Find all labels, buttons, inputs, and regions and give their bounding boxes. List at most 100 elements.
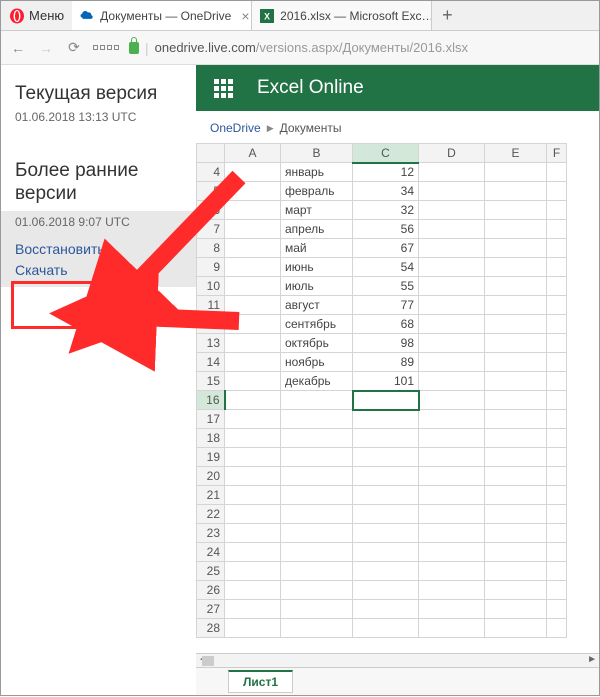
cell[interactable]: [225, 315, 281, 334]
cell[interactable]: [225, 486, 281, 505]
cell[interactable]: [485, 600, 547, 619]
cell[interactable]: [419, 201, 485, 220]
column-header[interactable]: A: [225, 144, 281, 163]
cell[interactable]: [353, 505, 419, 524]
cell[interactable]: [225, 220, 281, 239]
cell[interactable]: [485, 524, 547, 543]
cell[interactable]: [419, 486, 485, 505]
cell[interactable]: [419, 581, 485, 600]
cell[interactable]: апрель: [281, 220, 353, 239]
cell[interactable]: [485, 353, 547, 372]
row-header[interactable]: 27: [197, 600, 225, 619]
cell[interactable]: [419, 239, 485, 258]
cell[interactable]: [485, 467, 547, 486]
cell[interactable]: [419, 182, 485, 201]
cell[interactable]: [485, 315, 547, 334]
row-header[interactable]: 21: [197, 486, 225, 505]
cell[interactable]: [419, 619, 485, 638]
cell[interactable]: [419, 562, 485, 581]
cell[interactable]: [225, 600, 281, 619]
cell[interactable]: [225, 543, 281, 562]
cell[interactable]: [419, 391, 485, 410]
cell[interactable]: 54: [353, 258, 419, 277]
close-icon[interactable]: ×: [241, 8, 249, 24]
cell[interactable]: [547, 296, 567, 315]
cell[interactable]: [547, 163, 567, 182]
column-header[interactable]: E: [485, 144, 547, 163]
row-header[interactable]: 6: [197, 201, 225, 220]
cell[interactable]: [225, 372, 281, 391]
cell[interactable]: январь: [281, 163, 353, 182]
cell[interactable]: март: [281, 201, 353, 220]
breadcrumb-root[interactable]: OneDrive: [210, 121, 261, 135]
row-header[interactable]: 25: [197, 562, 225, 581]
cell[interactable]: [485, 543, 547, 562]
cell[interactable]: [353, 619, 419, 638]
cell[interactable]: [225, 258, 281, 277]
cell[interactable]: [281, 467, 353, 486]
row-header[interactable]: 10: [197, 277, 225, 296]
cell[interactable]: [419, 372, 485, 391]
row-header[interactable]: 19: [197, 448, 225, 467]
cell[interactable]: [547, 600, 567, 619]
cell[interactable]: [419, 429, 485, 448]
speed-dial-button[interactable]: [93, 45, 119, 50]
cell[interactable]: [485, 619, 547, 638]
cell[interactable]: 68: [353, 315, 419, 334]
cell[interactable]: февраль: [281, 182, 353, 201]
cell[interactable]: [225, 201, 281, 220]
row-header[interactable]: 17: [197, 410, 225, 429]
forward-button[interactable]: →: [37, 40, 55, 56]
cell[interactable]: 32: [353, 201, 419, 220]
cell[interactable]: [419, 220, 485, 239]
cell[interactable]: [485, 201, 547, 220]
cell[interactable]: [419, 258, 485, 277]
cell[interactable]: [547, 448, 567, 467]
cell[interactable]: [547, 410, 567, 429]
cell[interactable]: [225, 467, 281, 486]
cell[interactable]: [419, 524, 485, 543]
cell[interactable]: [547, 258, 567, 277]
sheet-tab[interactable]: Лист1: [228, 670, 293, 693]
cell[interactable]: [353, 486, 419, 505]
cell[interactable]: октябрь: [281, 334, 353, 353]
cell[interactable]: [547, 315, 567, 334]
cell[interactable]: 56: [353, 220, 419, 239]
column-header[interactable]: B: [281, 144, 353, 163]
cell[interactable]: 34: [353, 182, 419, 201]
cell[interactable]: [281, 391, 353, 410]
cell[interactable]: [225, 505, 281, 524]
cell[interactable]: 77: [353, 296, 419, 315]
cell[interactable]: [281, 543, 353, 562]
cell[interactable]: [419, 600, 485, 619]
cell[interactable]: 98: [353, 334, 419, 353]
cell[interactable]: [353, 391, 419, 410]
cell[interactable]: 55: [353, 277, 419, 296]
download-link[interactable]: Скачать: [15, 260, 182, 281]
cell[interactable]: [225, 562, 281, 581]
cell[interactable]: [547, 505, 567, 524]
cell[interactable]: [547, 372, 567, 391]
cell[interactable]: [485, 410, 547, 429]
cell[interactable]: [419, 315, 485, 334]
row-header[interactable]: 9: [197, 258, 225, 277]
cell[interactable]: [353, 543, 419, 562]
cell[interactable]: [281, 619, 353, 638]
cell[interactable]: июль: [281, 277, 353, 296]
cell[interactable]: [225, 163, 281, 182]
cell[interactable]: [353, 467, 419, 486]
column-header[interactable]: F: [547, 144, 567, 163]
cell[interactable]: [225, 448, 281, 467]
cell[interactable]: 12: [353, 163, 419, 182]
cell[interactable]: [485, 486, 547, 505]
cell[interactable]: [547, 543, 567, 562]
cell[interactable]: [547, 429, 567, 448]
cell[interactable]: май: [281, 239, 353, 258]
row-header[interactable]: 12: [197, 315, 225, 334]
column-header[interactable]: D: [419, 144, 485, 163]
cell[interactable]: [353, 448, 419, 467]
url-field[interactable]: | onedrive.live.com/versions.aspx/Докуме…: [129, 40, 591, 56]
cell[interactable]: [547, 353, 567, 372]
cell[interactable]: [485, 220, 547, 239]
cell[interactable]: 101: [353, 372, 419, 391]
